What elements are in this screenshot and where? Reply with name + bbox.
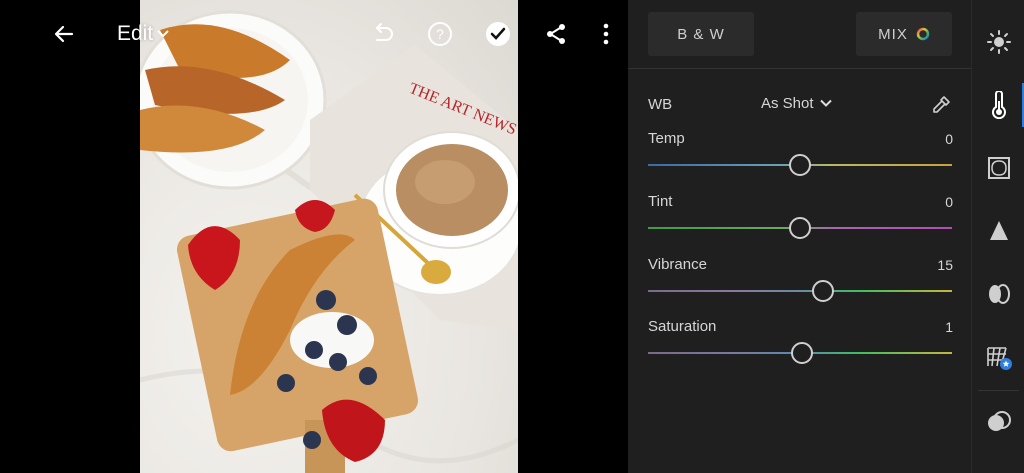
more-options-icon[interactable] bbox=[590, 18, 622, 50]
back-arrow-icon[interactable] bbox=[48, 18, 80, 50]
tint-slider: Tint 0 bbox=[648, 193, 953, 243]
checkmark-done-icon[interactable] bbox=[482, 18, 514, 50]
undo-icon[interactable] bbox=[366, 18, 398, 50]
temp-value: 0 bbox=[945, 131, 953, 147]
vibrance-track[interactable] bbox=[648, 290, 952, 292]
photo-illustration: THE ART NEWS bbox=[140, 10, 518, 473]
edit-mode-selector[interactable]: Edit bbox=[117, 22, 169, 46]
geometry-icon[interactable] bbox=[972, 337, 1024, 377]
color-icon[interactable] bbox=[972, 85, 1024, 125]
mix-label: MIX bbox=[878, 25, 908, 43]
saturation-label: Saturation bbox=[648, 318, 717, 335]
chevron-down-icon bbox=[819, 99, 832, 107]
mask-icon[interactable] bbox=[972, 402, 1024, 442]
edited-photo[interactable]: THE ART NEWS bbox=[140, 0, 518, 473]
color-wheel-icon bbox=[916, 27, 930, 41]
detail-icon[interactable] bbox=[972, 211, 1024, 251]
svg-text:?: ? bbox=[436, 26, 444, 42]
effects-icon[interactable] bbox=[972, 148, 1024, 188]
black-white-button[interactable]: B & W bbox=[648, 12, 754, 56]
rail-divider bbox=[978, 390, 1019, 391]
vibrance-slider: Vibrance 15 bbox=[648, 256, 953, 306]
wb-preset-dropdown[interactable]: As Shot bbox=[761, 95, 832, 112]
color-panel: B & W MIX WB As Shot Temp 0 Tint 0 Vibra… bbox=[628, 0, 971, 473]
optics-icon[interactable] bbox=[972, 274, 1024, 314]
temp-slider: Temp 0 bbox=[648, 130, 953, 180]
tint-thumb[interactable] bbox=[789, 217, 811, 239]
tool-rail bbox=[971, 0, 1024, 473]
edit-title-label: Edit bbox=[117, 22, 154, 45]
vibrance-value: 15 bbox=[937, 257, 953, 273]
tint-value: 0 bbox=[945, 194, 953, 210]
wb-label: WB bbox=[648, 96, 673, 113]
wb-preset-value: As Shot bbox=[761, 95, 814, 112]
top-toolbar: Edit ? bbox=[0, 0, 628, 68]
photo-canvas[interactable]: THE ART NEWS Edit ? bbox=[0, 0, 628, 473]
saturation-slider: Saturation 1 bbox=[648, 318, 953, 368]
saturation-value: 1 bbox=[945, 319, 953, 335]
black-white-label: B & W bbox=[677, 25, 725, 43]
mix-button[interactable]: MIX bbox=[856, 12, 952, 56]
white-balance-row: WB As Shot bbox=[648, 92, 953, 118]
eyedropper-icon[interactable] bbox=[928, 92, 954, 118]
tint-label: Tint bbox=[648, 193, 673, 210]
temp-thumb[interactable] bbox=[789, 154, 811, 176]
light-icon[interactable] bbox=[972, 22, 1024, 62]
vibrance-thumb[interactable] bbox=[811, 280, 834, 302]
help-icon[interactable]: ? bbox=[424, 18, 456, 50]
chevron-down-icon bbox=[157, 30, 169, 38]
saturation-thumb[interactable] bbox=[790, 342, 813, 364]
temp-label: Temp bbox=[648, 130, 685, 147]
panel-divider bbox=[628, 68, 971, 69]
vibrance-label: Vibrance bbox=[648, 256, 707, 273]
share-icon[interactable] bbox=[540, 18, 572, 50]
